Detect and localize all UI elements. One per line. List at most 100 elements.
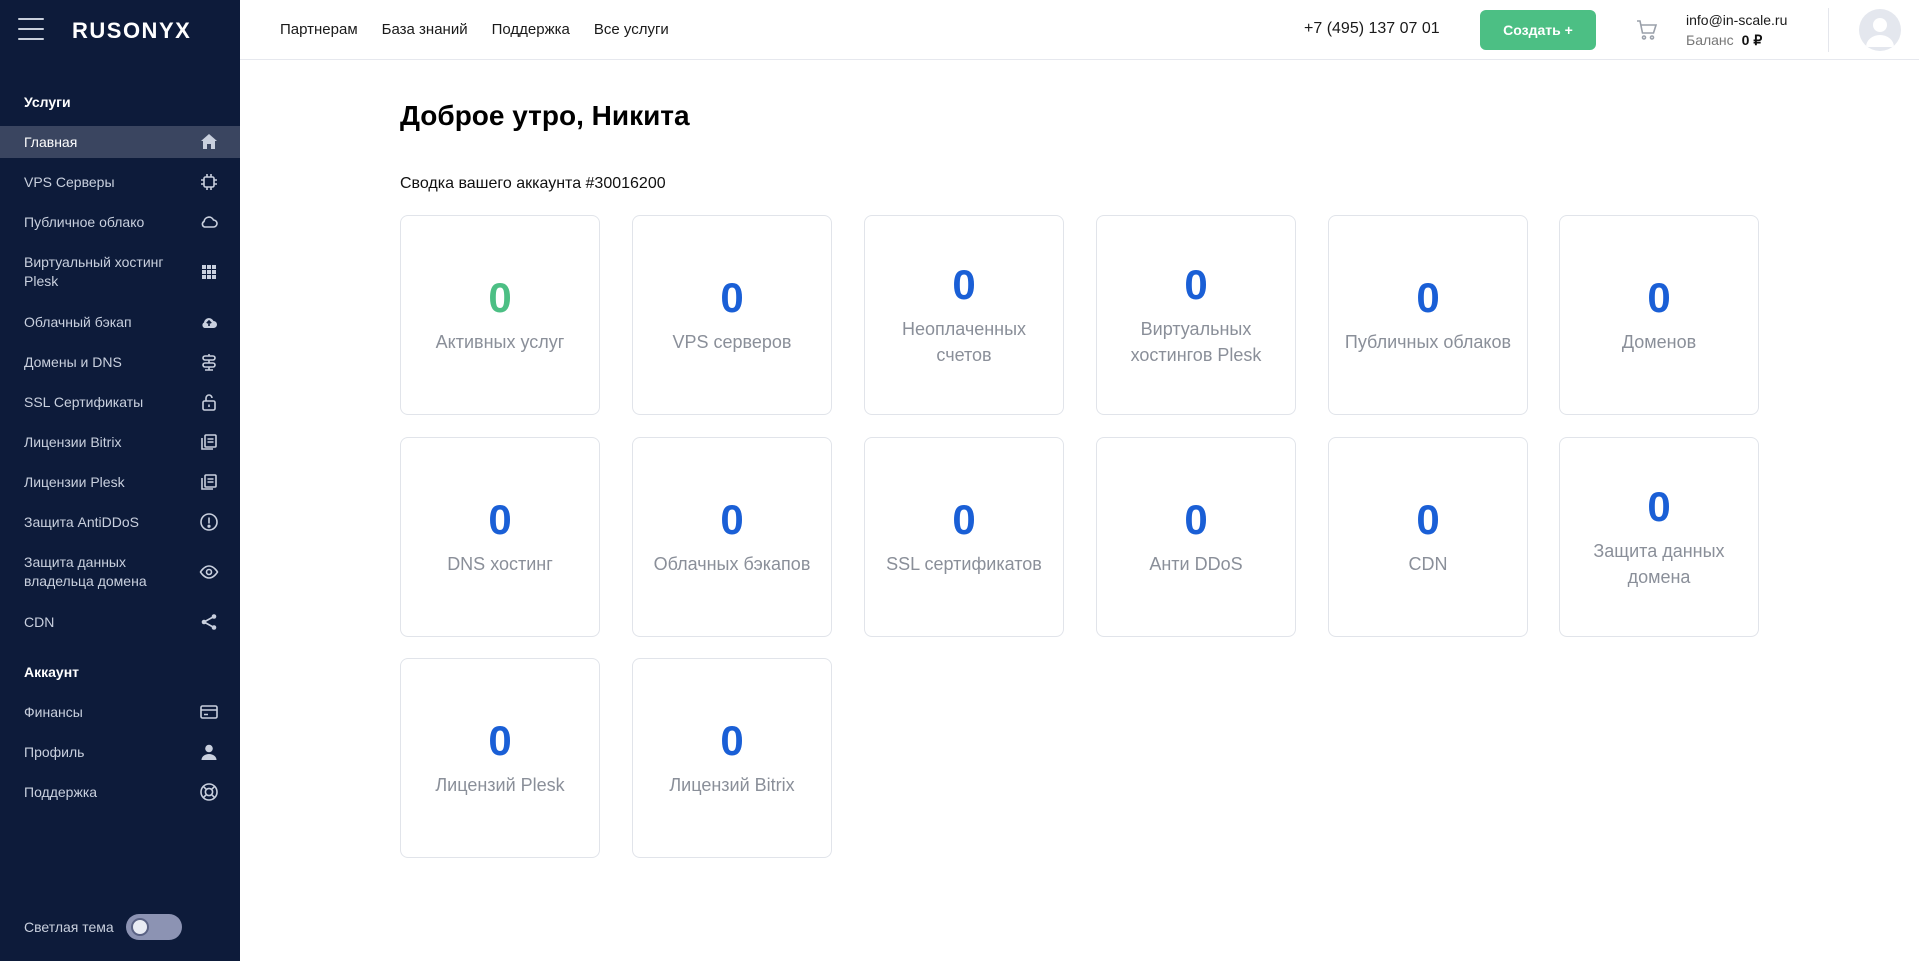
nav-link-partners[interactable]: Партнерам xyxy=(280,21,358,38)
stat-value: 0 xyxy=(952,261,976,308)
stat-value: 0 xyxy=(488,717,512,764)
stat-label: CDN xyxy=(1408,554,1448,574)
stat-value: 0 xyxy=(1184,261,1208,308)
stat-label: Анти DDoS xyxy=(1149,554,1243,574)
top-header: Партнерам База знаний Поддержка Все услу… xyxy=(240,0,1919,60)
lock-icon xyxy=(198,391,220,413)
stat-card-cloud-backups[interactable]: 0 Облачных бэкапов xyxy=(632,437,832,637)
sidebar-item-label: Защита AntiDDoS xyxy=(24,513,139,530)
alert-circle-icon xyxy=(198,511,220,533)
stat-card-plesk-licenses[interactable]: 0 Лицензий Plesk xyxy=(400,658,600,858)
sidebar-item-vps[interactable]: VPS Серверы xyxy=(0,166,240,198)
menu-icon[interactable] xyxy=(18,18,44,42)
section-title-services: Услуги xyxy=(24,94,71,110)
stat-label: Активных услуг xyxy=(435,332,565,352)
stat-label: Виртуальных хостингов Plesk xyxy=(1130,319,1262,365)
sidebar-item-public-cloud[interactable]: Публичное облако xyxy=(0,206,240,238)
card-icon xyxy=(198,701,220,723)
sidebar-item-finance[interactable]: Финансы xyxy=(0,696,240,728)
theme-toggle[interactable] xyxy=(125,914,182,940)
cart-icon[interactable] xyxy=(1635,18,1659,42)
sidebar-item-label: Поддержка xyxy=(24,783,98,800)
stat-card-plesk-hostings[interactable]: 0 Виртуальных хостингов Plesk xyxy=(1096,215,1296,415)
stat-value: 0 xyxy=(1184,496,1208,543)
license-icon xyxy=(198,431,220,453)
toggle-knob xyxy=(130,918,149,936)
cloud-icon xyxy=(198,211,220,233)
stat-value: 0 xyxy=(1647,274,1671,321)
stat-value: 0 xyxy=(952,496,976,543)
balance-row: Баланс 0 ₽ xyxy=(1686,32,1787,49)
sidebar-item-plesk-licenses[interactable]: Лицензии Plesk xyxy=(0,466,240,498)
top-nav: Партнерам База знаний Поддержка Все услу… xyxy=(280,21,669,38)
sidebar-item-label: Защита данных владельца домена xyxy=(24,554,147,589)
nav-link-knowledge-base[interactable]: База знаний xyxy=(382,21,468,38)
sidebar-item-label: Облачный бэкап xyxy=(24,313,132,330)
stat-label: Неоплаченных счетов xyxy=(901,319,1027,365)
stat-card-antiddos[interactable]: 0 Анти DDoS xyxy=(1096,437,1296,637)
stat-value: 0 xyxy=(1416,496,1440,543)
stat-card-domains[interactable]: 0 Доменов xyxy=(1559,215,1759,415)
sidebar-item-label: Финансы xyxy=(24,703,83,720)
stat-label: Публичных облаков xyxy=(1344,332,1512,352)
stat-card-ssl[interactable]: 0 SSL сертификатов xyxy=(864,437,1064,637)
stat-label: Лицензий Bitrix xyxy=(669,775,795,795)
sidebar-item-ssl[interactable]: SSL Сертификаты xyxy=(0,386,240,418)
account-email: info@in-scale.ru xyxy=(1686,12,1788,28)
sidebar-item-label: Профиль xyxy=(24,743,85,760)
sidebar-item-label: Домены и DNS xyxy=(24,353,122,370)
stat-card-domain-privacy[interactable]: 0 Защита данных домена xyxy=(1559,437,1759,637)
stat-label: Облачных бэкапов xyxy=(653,554,811,574)
sidebar-item-plesk-hosting[interactable]: Виртуальный хостинг Plesk xyxy=(0,250,240,294)
sidebar-item-domain-privacy[interactable]: Защита данных владельца домена xyxy=(0,550,240,594)
stat-value: 0 xyxy=(488,274,512,321)
lifebuoy-icon xyxy=(198,781,220,803)
stat-value: 0 xyxy=(1416,274,1440,321)
stat-value: 0 xyxy=(720,274,744,321)
nav-link-all-services[interactable]: Все услуги xyxy=(594,21,669,38)
sidebar-item-bitrix-licenses[interactable]: Лицензии Bitrix xyxy=(0,426,240,458)
stat-label: Защита данных домена xyxy=(1593,541,1725,587)
sidebar-item-home[interactable]: Главная xyxy=(0,126,240,158)
theme-switch-row: Светлая тема xyxy=(24,914,182,940)
stat-card-active-services[interactable]: 0 Активных услуг xyxy=(400,215,600,415)
stat-value: 0 xyxy=(720,496,744,543)
stat-card-cdn[interactable]: 0 CDN xyxy=(1328,437,1528,637)
phone-number[interactable]: +7 (495) 137 07 01 xyxy=(1304,20,1440,38)
stat-card-bitrix-licenses[interactable]: 0 Лицензий Bitrix xyxy=(632,658,832,858)
nav-link-support[interactable]: Поддержка xyxy=(492,21,570,38)
header-divider xyxy=(1828,8,1829,52)
account-summary-title: Сводка вашего аккаунта #30016200 xyxy=(400,175,666,192)
license-icon xyxy=(198,471,220,493)
stat-card-vps[interactable]: 0 VPS серверов xyxy=(632,215,832,415)
sidebar-item-antiddos[interactable]: Защита AntiDDoS xyxy=(0,506,240,538)
stat-value: 0 xyxy=(1647,483,1671,530)
stat-value: 0 xyxy=(488,496,512,543)
stat-label: Лицензий Plesk xyxy=(435,775,565,795)
create-button[interactable]: Создать + xyxy=(1480,10,1596,50)
sidebar: RUSONYX Услуги Главная VPS Серверы Публи… xyxy=(0,0,240,961)
sidebar-item-profile[interactable]: Профиль xyxy=(0,736,240,768)
stat-label: DNS хостинг xyxy=(447,554,553,574)
balance-label: Баланс xyxy=(1686,32,1734,48)
sidebar-item-label: CDN xyxy=(24,613,55,630)
sidebar-item-label: Виртуальный хостинг Plesk xyxy=(24,254,164,289)
theme-label: Светлая тема xyxy=(24,919,114,935)
stat-card-unpaid-invoices[interactable]: 0 Неоплаченных счетов xyxy=(864,215,1064,415)
sidebar-item-label: Лицензии Plesk xyxy=(24,473,125,490)
stat-card-dns-hosting[interactable]: 0 DNS хостинг xyxy=(400,437,600,637)
chip-icon xyxy=(198,171,220,193)
avatar[interactable] xyxy=(1859,9,1901,51)
sidebar-item-label: SSL Сертификаты xyxy=(24,393,144,410)
sidebar-item-cdn[interactable]: CDN xyxy=(0,606,240,638)
stat-label: SSL сертификатов xyxy=(886,554,1042,574)
stat-card-public-clouds[interactable]: 0 Публичных облаков xyxy=(1328,215,1528,415)
sidebar-item-support[interactable]: Поддержка xyxy=(0,776,240,808)
account-info[interactable]: info@in-scale.ru Баланс 0 ₽ xyxy=(1686,12,1787,49)
grid-icon xyxy=(198,261,220,283)
balance-value: 0 ₽ xyxy=(1741,32,1763,48)
sidebar-item-label: Лицензии Bitrix xyxy=(24,433,122,450)
dns-icon xyxy=(198,351,220,373)
sidebar-item-cloud-backup[interactable]: Облачный бэкап xyxy=(0,306,240,338)
sidebar-item-domains-dns[interactable]: Домены и DNS xyxy=(0,346,240,378)
